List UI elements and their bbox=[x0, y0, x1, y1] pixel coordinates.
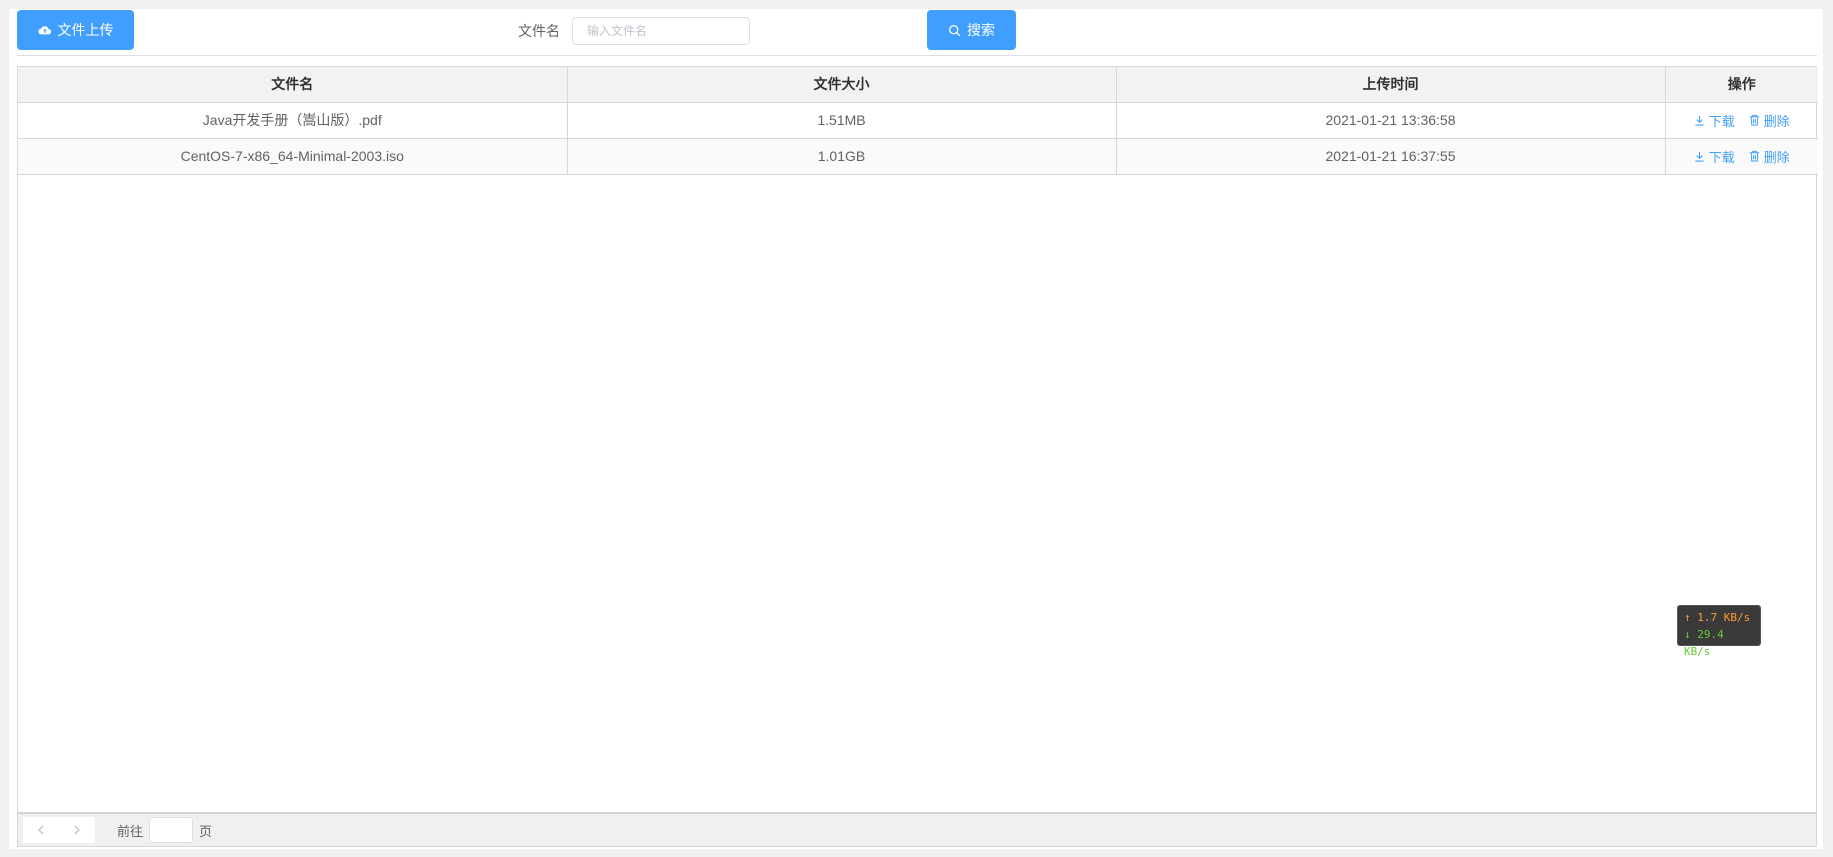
chevron-right-icon bbox=[74, 825, 80, 835]
trash-icon bbox=[1749, 114, 1759, 126]
cell-actions: 下载 删除 bbox=[1665, 138, 1818, 175]
pagination: 前往 页 bbox=[17, 813, 1817, 847]
download-label: 下载 bbox=[1708, 113, 1735, 129]
column-header-upload-time[interactable]: 上传时间 bbox=[1116, 67, 1666, 103]
column-header-filename[interactable]: 文件名 bbox=[18, 67, 568, 103]
upload-button-label: 文件上传 bbox=[57, 22, 114, 38]
goto-label: 前往 bbox=[117, 823, 144, 839]
cell-filename: CentOS-7-x86_64-Minimal-2003.iso bbox=[18, 138, 568, 175]
download-icon bbox=[1695, 151, 1704, 162]
filename-filter-label: 文件名 bbox=[518, 23, 560, 39]
download-icon bbox=[1695, 115, 1704, 126]
download-button[interactable]: 下载 bbox=[1694, 111, 1735, 130]
download-speed-row: ↓ 29.4 KB/s bbox=[1684, 626, 1754, 660]
delete-button[interactable]: 删除 bbox=[1749, 111, 1790, 130]
table-header-row: 文件名 文件大小 上传时间 操作 bbox=[18, 67, 1818, 103]
cell-actions: 下载 删除 bbox=[1665, 102, 1818, 139]
upload-button[interactable]: 文件上传 bbox=[17, 10, 134, 50]
network-speed-widget: ↑ 1.7 KB/s ↓ 29.4 KB/s bbox=[1677, 605, 1761, 658]
download-button[interactable]: 下载 bbox=[1694, 147, 1735, 166]
prev-page-button[interactable] bbox=[23, 817, 59, 843]
upload-speed: 1.7 KB/s bbox=[1697, 611, 1751, 624]
cell-upload-time: 2021-01-21 13:36:58 bbox=[1116, 102, 1666, 139]
table-row: CentOS-7-x86_64-Minimal-2003.iso 1.01GB … bbox=[18, 138, 1818, 175]
file-table: 文件名 文件大小 上传时间 操作 Java开发手册（嵩山版）.pdf 1.51M… bbox=[17, 66, 1818, 813]
trash-icon bbox=[1749, 150, 1759, 162]
cell-upload-time: 2021-01-21 16:37:55 bbox=[1116, 138, 1666, 175]
pager-nav bbox=[23, 817, 95, 843]
delete-label: 删除 bbox=[1763, 113, 1790, 129]
delete-label: 删除 bbox=[1763, 149, 1790, 165]
cell-filesize: 1.51MB bbox=[567, 102, 1117, 139]
arrow-up-icon: ↑ bbox=[1684, 611, 1691, 624]
chevron-left-icon bbox=[38, 825, 44, 835]
cell-filename: Java开发手册（嵩山版）.pdf bbox=[18, 102, 568, 139]
page-jump-input[interactable] bbox=[149, 817, 194, 843]
upload-speed-row: ↑ 1.7 KB/s bbox=[1684, 609, 1754, 626]
window-edge bbox=[1823, 0, 1833, 857]
column-header-filesize[interactable]: 文件大小 bbox=[567, 67, 1117, 103]
search-button-label: 搜索 bbox=[967, 22, 995, 38]
column-header-actions: 操作 bbox=[1665, 67, 1818, 103]
download-label: 下载 bbox=[1708, 149, 1735, 165]
page-suffix-label: 页 bbox=[199, 823, 213, 839]
toolbar-divider bbox=[17, 55, 1817, 56]
table-row: Java开发手册（嵩山版）.pdf 1.51MB 2021-01-21 13:3… bbox=[18, 102, 1818, 139]
arrow-down-icon: ↓ bbox=[1684, 628, 1691, 641]
filename-search-input[interactable] bbox=[572, 17, 750, 45]
cloud-upload-icon bbox=[37, 26, 51, 35]
search-icon bbox=[948, 24, 961, 36]
next-page-button[interactable] bbox=[59, 817, 95, 843]
delete-button[interactable]: 删除 bbox=[1749, 147, 1790, 166]
search-button[interactable]: 搜索 bbox=[927, 10, 1016, 50]
cell-filesize: 1.01GB bbox=[567, 138, 1117, 175]
